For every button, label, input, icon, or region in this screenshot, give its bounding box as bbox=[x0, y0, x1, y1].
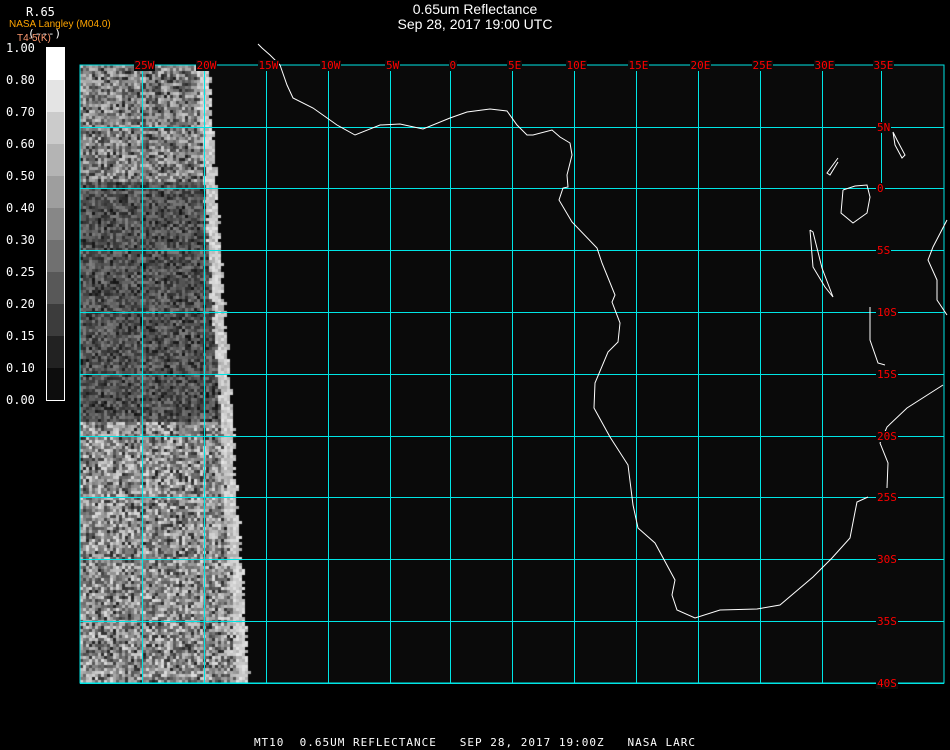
colorbar-segment bbox=[47, 144, 64, 176]
colorbar-segment bbox=[47, 368, 64, 400]
grid-label: 15S bbox=[876, 368, 898, 381]
grid-label: 10W bbox=[319, 59, 342, 72]
colorbar-segment bbox=[47, 304, 64, 336]
coastline bbox=[826, 157, 839, 176]
timestamp: Sep 28, 2017 19:00 UTC bbox=[397, 16, 553, 32]
colorbar-segment bbox=[47, 208, 64, 240]
colorbar-tick-label: 1.00 bbox=[6, 41, 35, 55]
grid-label: 25S bbox=[876, 491, 898, 504]
grid-label: 20E bbox=[689, 59, 712, 72]
producer-label: NASA Langley (M04.0) bbox=[9, 19, 111, 30]
grid-label: 5N bbox=[876, 121, 892, 134]
footer-caption: MT10 0.65UM REFLECTANCE SEP 28, 2017 19:… bbox=[253, 736, 697, 749]
colorbar-tick-label: 0.40 bbox=[6, 201, 35, 215]
grid-label: 20W bbox=[195, 59, 218, 72]
grid-label: 15E bbox=[627, 59, 650, 72]
colorbar-segment bbox=[47, 176, 64, 208]
colorbar-segment bbox=[47, 112, 64, 144]
grid-label: 10E bbox=[565, 59, 588, 72]
coastline bbox=[840, 184, 871, 224]
grid-label: 5W bbox=[385, 59, 401, 72]
grid-label: 15W bbox=[257, 59, 280, 72]
product-title: 0.65um Reflectance bbox=[412, 1, 538, 17]
grid-label: 10S bbox=[876, 306, 898, 319]
colorbar-tick-label: 0.30 bbox=[6, 233, 35, 247]
colorbar-segment bbox=[47, 272, 64, 304]
grid-label: 0 bbox=[448, 59, 458, 72]
colorbar bbox=[46, 47, 65, 401]
coastline bbox=[809, 229, 834, 298]
grid-label: 30E bbox=[813, 59, 836, 72]
colorbar-tick-label: 0.00 bbox=[6, 393, 35, 407]
grid-label: 25E bbox=[751, 59, 774, 72]
grid-label: 25W bbox=[133, 59, 156, 72]
grid-label: 5E bbox=[507, 59, 523, 72]
colorbar-tick-label: 0.70 bbox=[6, 105, 35, 119]
grid-label: 20S bbox=[876, 430, 898, 443]
colorbar-tick-label: 0.15 bbox=[6, 329, 35, 343]
image-title: 0.65um Reflectance Sep 28, 2017 19:00 UT… bbox=[0, 2, 950, 32]
grid-label: 35E bbox=[872, 59, 895, 72]
coastline bbox=[892, 131, 906, 159]
colorbar-tick-label: 0.25 bbox=[6, 265, 35, 279]
colorbar-segment bbox=[47, 336, 64, 368]
colorbar-segment bbox=[47, 48, 64, 80]
map-overlay bbox=[79, 43, 948, 684]
grid-label: 0 bbox=[876, 182, 885, 195]
colorbar-segment bbox=[47, 240, 64, 272]
grid-label: 40S bbox=[876, 677, 898, 690]
grid-label: 30S bbox=[876, 553, 898, 566]
colorbar-tick-label: 0.50 bbox=[6, 169, 35, 183]
colorbar-tick-label: 0.10 bbox=[6, 361, 35, 375]
colorbar-tick-label: 0.20 bbox=[6, 297, 35, 311]
grid-label: 5S bbox=[876, 244, 892, 257]
grid-label: 35S bbox=[876, 615, 898, 628]
coastline bbox=[257, 43, 869, 619]
colorbar-tick-label: 0.80 bbox=[6, 73, 35, 87]
colorbar-segment bbox=[47, 80, 64, 112]
channel-label: R.65 bbox=[26, 5, 55, 19]
colorbar-tick-label: 0.60 bbox=[6, 137, 35, 151]
